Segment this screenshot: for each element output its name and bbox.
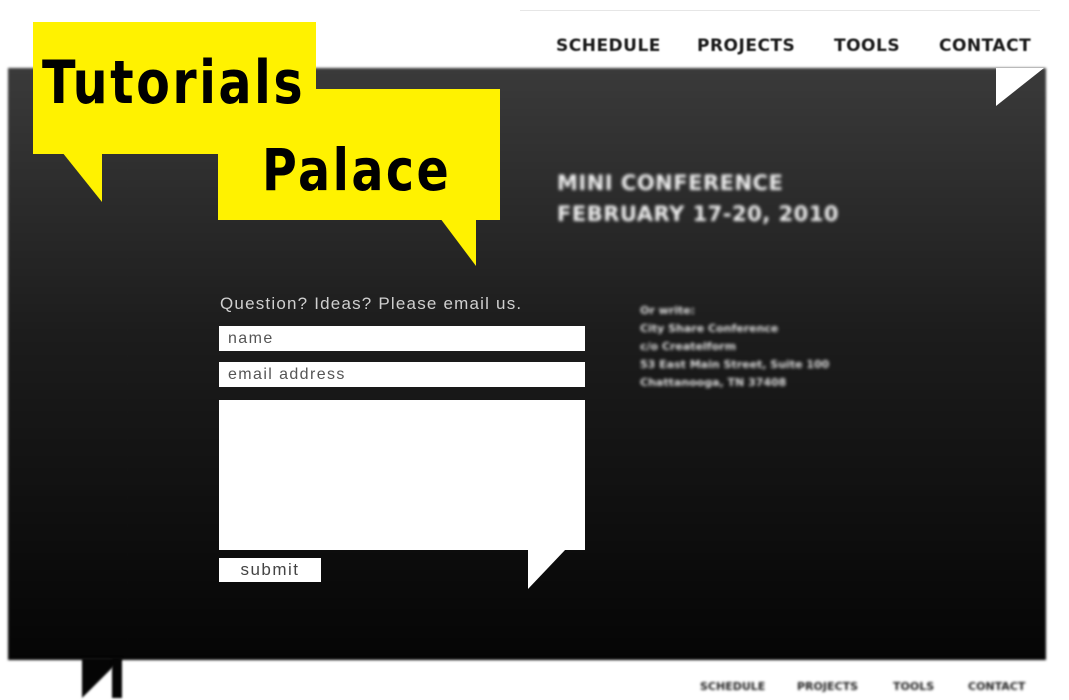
panel-speech-tail-stem	[112, 658, 122, 698]
event-dates: FEBRUARY 17-20, 2010	[557, 202, 839, 226]
logo-bubble-tail-1	[62, 152, 102, 202]
message-speech-tail	[528, 549, 566, 589]
event-title: MINI CONFERENCE	[557, 171, 784, 195]
bottom-navigation: SCHEDULE PROJECTS TOOLS CONTACT	[700, 680, 1040, 696]
nav-bottom-contact[interactable]: CONTACT	[968, 680, 1025, 693]
message-textarea[interactable]	[219, 400, 585, 550]
nav-top-projects[interactable]: PROJECTS	[697, 36, 795, 56]
logo-text-tutorials[interactable]: Tutorials	[42, 48, 305, 118]
nav-top-tools[interactable]: TOOLS	[834, 36, 900, 56]
submit-button[interactable]: submit	[219, 558, 321, 582]
top-divider-line	[520, 10, 1040, 11]
address-line-city: Chattanooga, TN 37408	[640, 376, 787, 389]
nav-bottom-projects[interactable]: PROJECTS	[797, 680, 858, 693]
name-input[interactable]	[219, 326, 585, 351]
address-line-heading: Or write:	[640, 304, 696, 317]
contact-form-prompt: Question? Ideas? Please email us.	[220, 294, 523, 313]
address-line-org: City Share Conference	[640, 322, 779, 335]
email-input[interactable]	[219, 362, 585, 387]
top-navigation: SCHEDULE PROJECTS TOOLS CONTACT	[556, 36, 1036, 60]
mailing-address: Or write: City Share Conference c/o Crea…	[640, 302, 829, 392]
address-line-street: 53 East Main Street, Suite 100	[640, 358, 830, 371]
nav-bottom-tools[interactable]: TOOLS	[893, 680, 934, 693]
logo-bubble-tail-2	[440, 218, 476, 266]
address-line-careof: c/o Createlform	[640, 340, 737, 353]
logo-text-palace[interactable]: Palace	[262, 136, 451, 204]
nav-top-contact[interactable]: CONTACT	[939, 36, 1031, 56]
panel-notch	[996, 68, 1044, 106]
event-headline: MINI CONFERENCE FEBRUARY 17-20, 2010	[557, 168, 839, 230]
nav-top-schedule[interactable]: SCHEDULE	[556, 36, 661, 56]
nav-bottom-schedule[interactable]: SCHEDULE	[700, 680, 765, 693]
